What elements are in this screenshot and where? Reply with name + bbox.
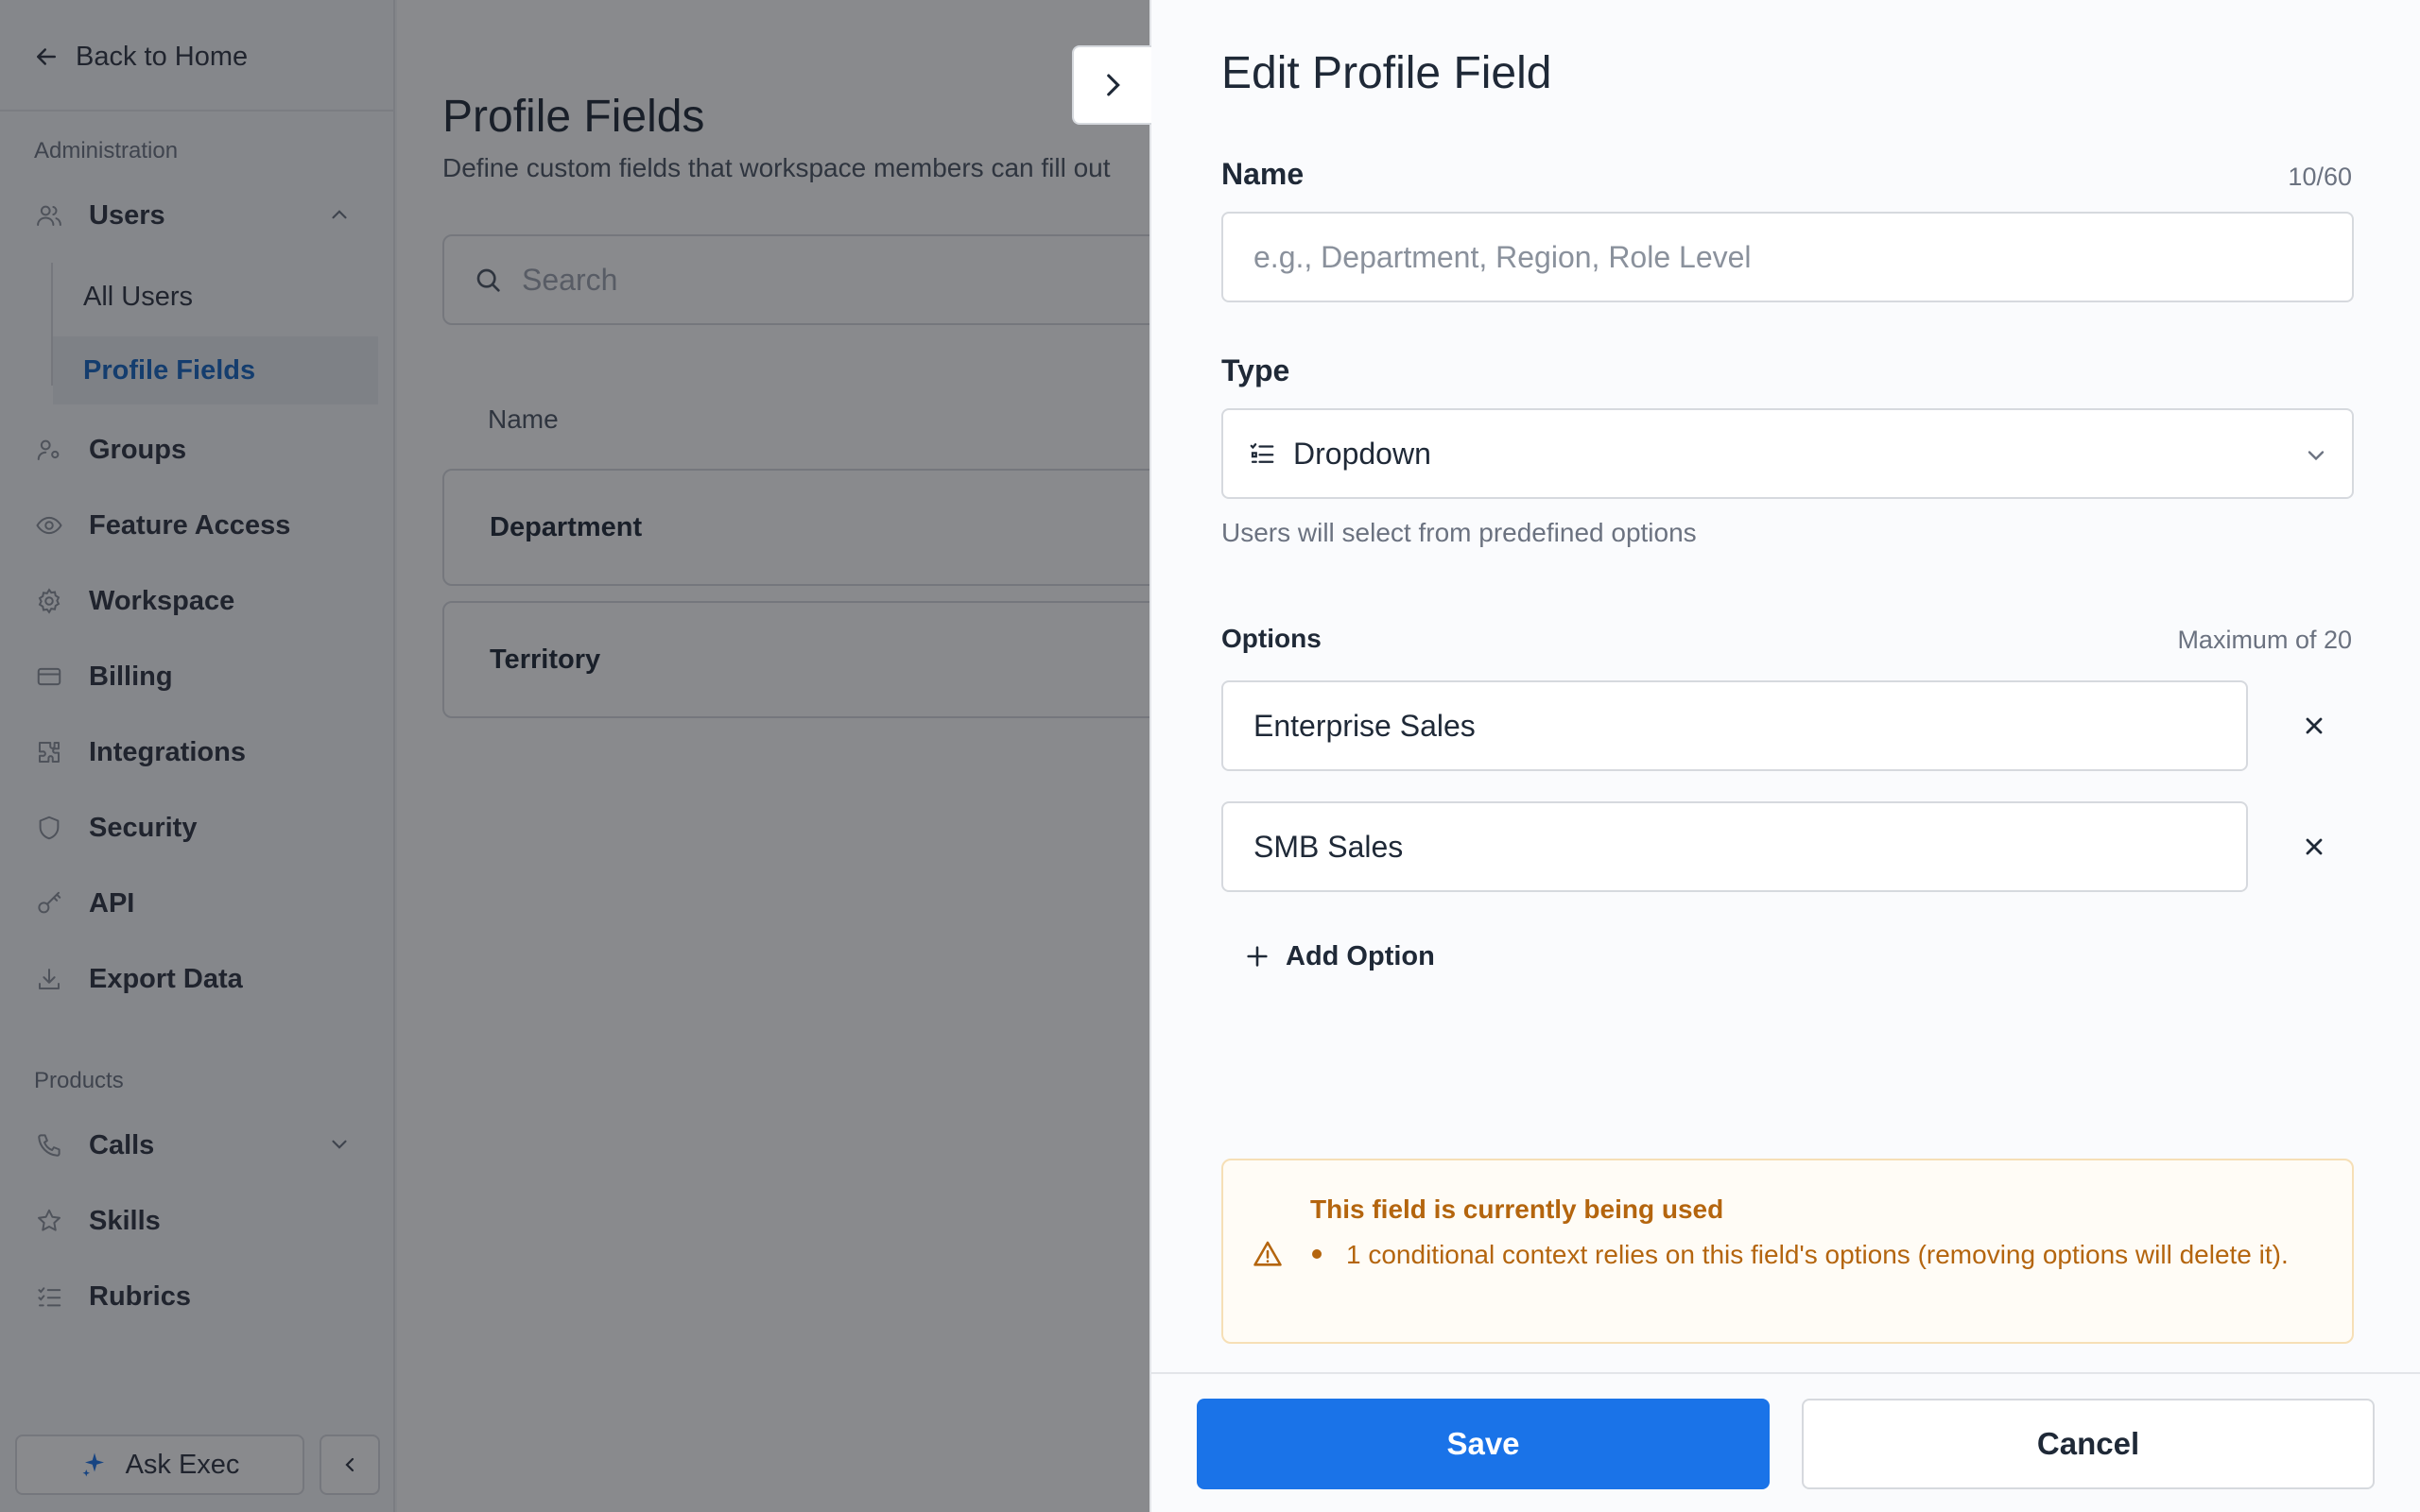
chevron-right-icon bbox=[1107, 74, 1120, 96]
option-input-2[interactable] bbox=[1221, 801, 2248, 892]
type-label: Type bbox=[1221, 353, 1290, 387]
type-hint: Users will select from predefined option… bbox=[1221, 518, 1697, 547]
drawer-title: Edit Profile Field bbox=[1221, 48, 1552, 98]
name-label: Name bbox=[1221, 157, 1305, 191]
add-option-button[interactable]: Add Option bbox=[1244, 934, 1435, 979]
close-icon bbox=[2306, 838, 2323, 855]
warning-triangle-icon bbox=[1253, 1241, 1282, 1266]
remove-option-button[interactable] bbox=[2291, 703, 2337, 748]
cancel-button[interactable]: Cancel bbox=[1802, 1399, 2375, 1489]
remove-option-button[interactable] bbox=[2291, 824, 2337, 869]
option-input-1[interactable] bbox=[1221, 680, 2248, 771]
options-label: Options bbox=[1221, 624, 1322, 653]
usage-warning-banner: This field is currently being used 1 con… bbox=[1221, 1159, 2354, 1344]
warning-item: 1 conditional context relies on this fie… bbox=[1346, 1240, 2289, 1269]
list-icon bbox=[1250, 443, 1274, 463]
edit-profile-field-drawer: Edit Profile Field Name 10/60 Type Dropd… bbox=[1150, 0, 2420, 1512]
name-char-counter: 10/60 bbox=[2288, 163, 2352, 191]
options-max-note: Maximum of 20 bbox=[2177, 626, 2352, 654]
modal-backdrop[interactable] bbox=[0, 0, 1150, 1512]
plus-icon bbox=[1247, 946, 1268, 967]
close-icon bbox=[2306, 717, 2323, 734]
drawer-footer: Save Cancel bbox=[1151, 1372, 2420, 1512]
bullet-dot bbox=[1312, 1249, 1322, 1260]
save-button[interactable]: Save bbox=[1197, 1399, 1770, 1489]
chevron-down-icon bbox=[2308, 451, 2325, 461]
type-select-value: Dropdown bbox=[1293, 436, 1431, 471]
add-option-label: Add Option bbox=[1286, 940, 1435, 971]
close-drawer-button[interactable] bbox=[1072, 45, 1151, 125]
name-field[interactable] bbox=[1221, 212, 2354, 302]
warning-list: 1 conditional context relies on this fie… bbox=[1310, 1236, 2331, 1274]
type-select[interactable]: Dropdown bbox=[1221, 408, 2354, 499]
warning-title: This field is currently being used bbox=[1310, 1194, 1724, 1224]
